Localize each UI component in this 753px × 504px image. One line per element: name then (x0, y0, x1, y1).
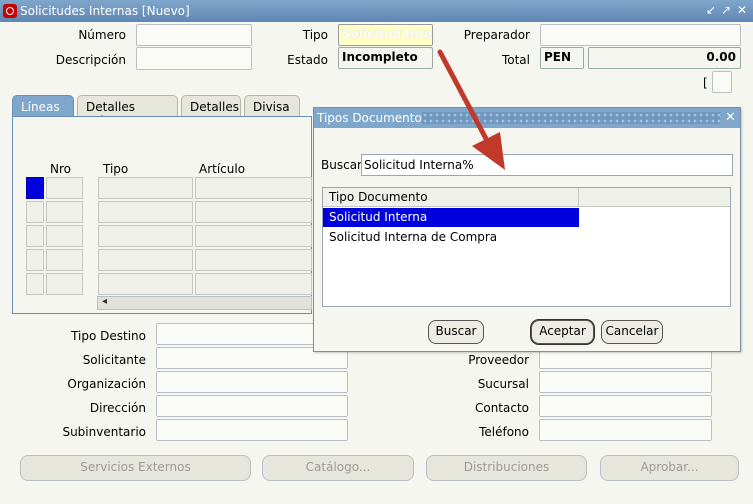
annotation-arrow-icon (437, 49, 505, 170)
